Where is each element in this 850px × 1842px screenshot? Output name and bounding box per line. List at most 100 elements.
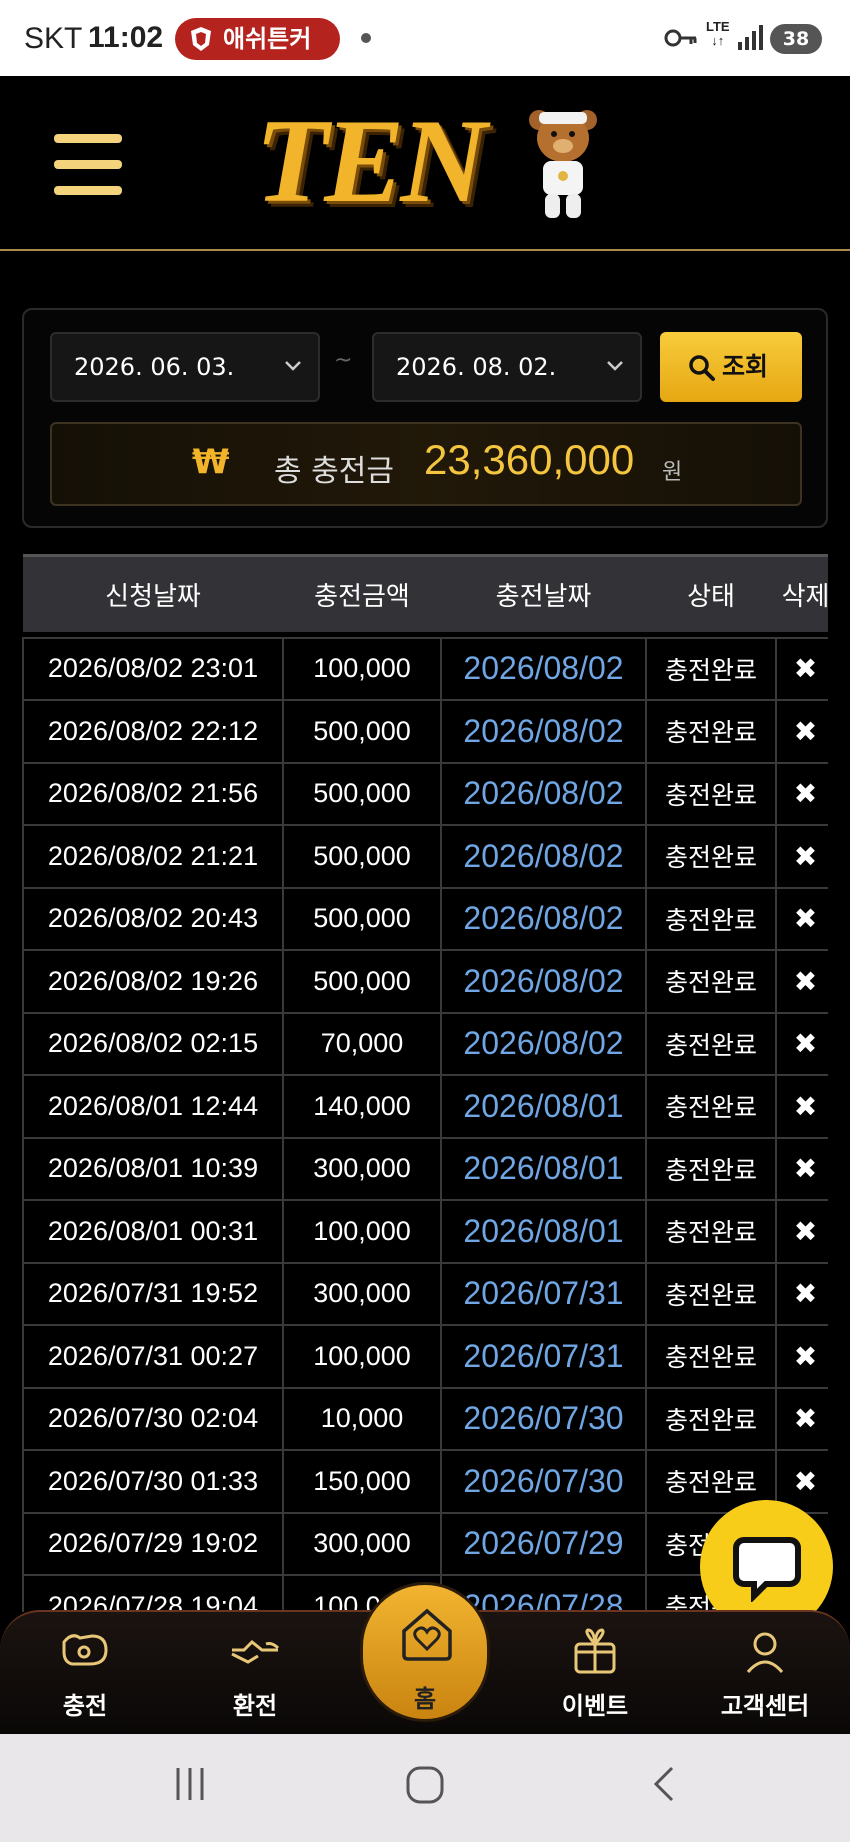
charge-date-cell: 2026/08/02 [440,636,647,701]
start-date-select[interactable]: 2026. 06. 03. [50,332,320,402]
home-system-icon[interactable] [404,1764,446,1806]
delete-icon[interactable]: ✖ [775,1074,828,1139]
table-row: 2026/08/02 22:12 500,000 2026/08/02 충전완료 ✖ [22,699,828,764]
request-date-cell: 2026/08/02 19:26 [22,949,284,1014]
amount-cell: 10,000 [282,1386,442,1451]
delete-icon[interactable]: ✖ [775,699,828,764]
notification-pill[interactable]: 애쉬튼커 [175,18,340,60]
request-date-cell: 2026/08/02 02:15 [22,1011,284,1076]
logo-text: TEN [255,94,487,227]
nav-event[interactable]: 이벤트 [530,1612,660,1736]
end-date-select[interactable]: 2026. 08. 02. [372,332,642,402]
signal-icon [738,25,763,50]
charge-date-cell: 2026/08/01 [440,1136,647,1201]
table-row: 2026/08/02 20:43 500,000 2026/08/02 충전완료 ✖ [22,886,828,951]
request-date-cell: 2026/08/02 22:12 [22,699,284,764]
search-button[interactable]: 조회 [660,332,802,402]
amount-cell: 300,000 [282,1511,442,1576]
amount-cell: 140,000 [282,1074,442,1139]
request-date-cell: 2026/07/31 00:27 [22,1324,284,1389]
charge-date-cell: 2026/08/02 [440,949,647,1014]
nav-support[interactable]: 고객센터 [700,1612,830,1736]
delete-icon[interactable]: ✖ [775,1136,828,1201]
status-cell: 충전완료 [645,886,777,951]
nav-home-label: 홈 [413,1685,437,1713]
status-bar: SKT 11:02 애쉬튼커 LTE ↓↑ 38 [0,0,850,76]
request-date-cell: 2026/07/30 01:33 [22,1449,284,1514]
exchange-icon [231,1639,280,1664]
charge-icon [62,1634,108,1666]
status-cell: 충전완료 [645,1136,777,1201]
table-row: 2026/08/01 12:44 140,000 2026/08/01 충전완료 ✖ [22,1074,828,1139]
table-row: 2026/07/31 19:52 300,000 2026/07/31 충전완료 ✖ [22,1261,828,1326]
request-date-cell: 2026/08/02 23:01 [22,636,284,701]
status-cell: 충전완료 [645,1324,777,1389]
delete-icon[interactable]: ✖ [775,1386,828,1451]
table-row: 2026/08/02 19:26 500,000 2026/08/02 충전완료 ✖ [22,949,828,1014]
amount-cell: 150,000 [282,1449,442,1514]
delete-icon[interactable]: ✖ [775,636,828,701]
delete-icon[interactable]: ✖ [775,886,828,951]
recent-apps-icon[interactable] [170,1764,210,1804]
menu-icon[interactable] [54,134,122,196]
brand-logo[interactable]: TEN [255,94,597,231]
request-date-cell: 2026/08/01 10:39 [22,1136,284,1201]
delete-icon[interactable]: ✖ [775,1324,828,1389]
status-cell: 충전완료 [645,1074,777,1139]
status-cell: 충전완료 [645,949,777,1014]
network-type: LTE ↓↑ [706,19,730,48]
nav-exchange-label: 환전 [232,1692,278,1720]
nav-charge-label: 충전 [62,1692,108,1720]
charge-date-cell: 2026/08/02 [440,886,647,951]
brave-shield-icon [191,27,211,51]
amount-cell: 500,000 [282,886,442,951]
nav-charge[interactable]: 충전 [20,1612,150,1736]
table-row: 2026/07/30 02:04 10,000 2026/07/30 충전완료 ✖ [22,1386,828,1451]
back-icon[interactable] [650,1764,680,1804]
chevron-down-icon [285,361,301,371]
amount-cell: 100,000 [282,636,442,701]
table-row: 2026/08/02 21:56 500,000 2026/08/02 충전완료 ✖ [22,761,828,826]
amount-cell: 500,000 [282,699,442,764]
column-header-delete: 삭제 [776,554,828,632]
table-row: 2026/08/02 21:21 500,000 2026/08/02 충전완료 ✖ [22,824,828,889]
status-cell: 충전완료 [645,1011,777,1076]
nav-exchange[interactable]: 환전 [190,1612,320,1736]
request-date-cell: 2026/08/01 12:44 [22,1074,284,1139]
request-date-cell: 2026/07/31 19:52 [22,1261,284,1326]
delete-icon[interactable]: ✖ [775,949,828,1014]
total-charge-label: 총 충전금 [274,454,394,489]
delete-icon[interactable]: ✖ [775,1011,828,1076]
request-date-cell: 2026/07/28 19:04 [22,1574,284,1612]
nav-event-label: 이벤트 [561,1692,629,1720]
delete-icon[interactable]: ✖ [775,824,828,889]
table-header-row: 신청날짜 충전금액 충전날짜 상태 삭제 [23,554,828,632]
status-cell: 충전완료 [645,1386,777,1451]
charge-date-cell: 2026/08/02 [440,1011,647,1076]
clock: 11:02 [88,21,164,54]
delete-icon[interactable]: ✖ [775,1199,828,1264]
search-icon [689,355,715,381]
status-cell: 충전완료 [645,824,777,889]
table-row: 2026/08/01 10:39 300,000 2026/08/01 충전완료 ✖ [22,1136,828,1201]
column-header-charge-date: 충전날짜 [441,554,646,632]
system-navigation-bar [0,1734,850,1842]
amount-cell: 300,000 [282,1136,442,1201]
request-date-cell: 2026/07/29 19:02 [22,1511,284,1576]
table-row: 2026/08/02 23:01 100,000 2026/08/02 충전완료 ✖ [22,636,828,701]
column-header-status: 상태 [646,554,776,632]
nav-home[interactable]: 홈 [360,1582,490,1722]
amount-cell: 100,000 [282,1199,442,1264]
column-header-request-date: 신청날짜 [23,554,283,632]
amount-cell: 100,000 [282,1324,442,1389]
delete-icon[interactable]: ✖ [775,1261,828,1326]
delete-icon[interactable]: ✖ [775,761,828,826]
battery-indicator: 38 [770,24,822,54]
table-row: 2026/08/01 00:31 100,000 2026/08/01 충전완료 ✖ [22,1199,828,1264]
table-row: 2026/08/02 02:15 70,000 2026/08/02 충전완료 ✖ [22,1011,828,1076]
status-cell: 충전완료 [645,761,777,826]
gift-icon [574,1628,616,1674]
chat-icon [733,1537,801,1602]
start-date-value: 2026. 06. 03. [74,353,235,381]
search-label: 조회 [722,352,769,381]
